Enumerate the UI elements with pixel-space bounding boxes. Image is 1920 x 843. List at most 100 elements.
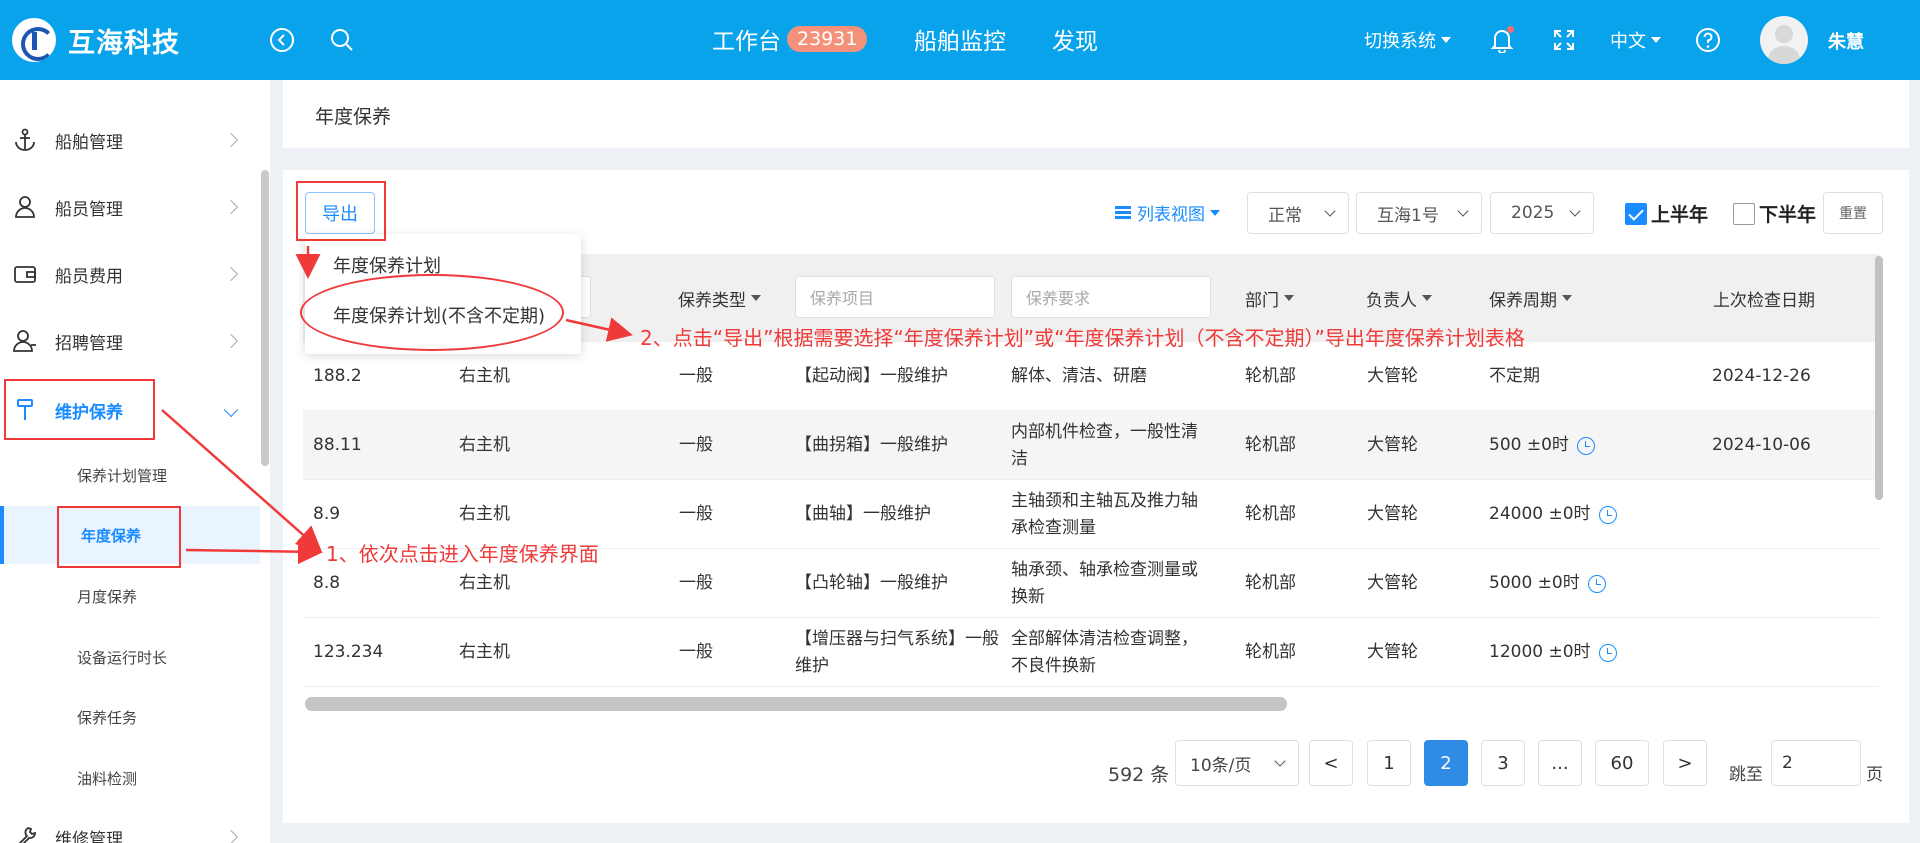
year-select[interactable]: 2025: [1490, 192, 1594, 234]
page-size-value: 10条/页: [1190, 755, 1252, 776]
view-mode-toggle[interactable]: 列表视图: [1115, 200, 1220, 225]
cell-requirement: 解体、清洁、研磨: [1011, 366, 1147, 386]
cell-type: 一般: [679, 642, 713, 662]
sidebar-sub-label: 保养任务: [77, 708, 138, 727]
cell-cycle-value: 12000 ±0时: [1489, 642, 1591, 662]
search-icon[interactable]: [326, 24, 358, 56]
chevron-right-icon: [223, 266, 239, 282]
cell-item: 【曲轴】一般维护: [795, 504, 931, 524]
page-button[interactable]: 3: [1481, 740, 1525, 786]
language-dropdown[interactable]: 中文: [1610, 27, 1661, 53]
logo-text: 互海科技: [68, 27, 180, 59]
sidebar-item-crew-management[interactable]: 船员管理: [0, 174, 260, 240]
avatar[interactable]: [1760, 16, 1808, 64]
cell-owner: 大管轮: [1367, 504, 1418, 524]
next-page-button[interactable]: >: [1663, 740, 1707, 786]
first-half-checkbox[interactable]: 上半年: [1625, 200, 1708, 227]
clock-icon[interactable]: [1587, 574, 1606, 593]
annotation-step-2: 2、点击“导出”根据需要选择“年度保养计划”或“年度保养计划（不含不定期）”导出…: [640, 326, 1525, 350]
page-title: 年度保养: [315, 106, 392, 128]
table-horizontal-scrollbar[interactable]: [305, 697, 1287, 711]
sidebar-sub-label: 月度保养: [77, 587, 138, 606]
second-half-checkbox[interactable]: 下半年: [1733, 200, 1816, 227]
caret-down-icon: [1441, 37, 1451, 43]
cell-cycle-value: 不定期: [1489, 366, 1540, 386]
clock-icon[interactable]: [1598, 643, 1617, 662]
nav-workbench[interactable]: 工作台 23931: [712, 22, 868, 56]
caret-down-icon: [1422, 295, 1432, 301]
bell-icon[interactable]: [1486, 24, 1518, 56]
sidebar-sub-maintenance-tasks[interactable]: 保养任务: [0, 688, 260, 746]
chevron-down-icon: [223, 402, 239, 418]
page-ellipsis[interactable]: ...: [1538, 740, 1582, 786]
table-vertical-scrollbar[interactable]: [1875, 256, 1883, 500]
cell-equipment: 右主机: [459, 435, 510, 455]
sidebar-sub-plan-management[interactable]: 保养计划管理: [0, 446, 260, 504]
table-row[interactable]: 88.11 右主机 一般 【曲拐箱】一般维护 内部机件检查，一般性清洁 轮机部 …: [303, 411, 1879, 480]
prev-page-button[interactable]: <: [1309, 740, 1353, 786]
status-select[interactable]: 正常: [1247, 192, 1349, 234]
view-mode-label: 列表视图: [1137, 205, 1205, 225]
anchor-icon: [12, 127, 38, 153]
sidebar-item-ship-management[interactable]: 船舶管理: [0, 107, 260, 173]
page-button[interactable]: 1: [1367, 740, 1411, 786]
jump-label: 跳至: [1729, 765, 1763, 785]
nav-ship-monitor[interactable]: 船舶监控: [914, 22, 1006, 56]
logo[interactable]: 互海科技: [12, 16, 180, 64]
item-filter-input[interactable]: 保养项目: [795, 276, 995, 318]
annotation-step-1: 1、依次点击进入年度保养界面: [326, 542, 599, 566]
cell-equipment: 右主机: [459, 642, 510, 662]
second-half-label: 下半年: [1759, 204, 1817, 226]
cell-requirement: 内部机件检查，一般性清洁: [1011, 421, 1198, 469]
switch-system-dropdown[interactable]: 切换系统: [1364, 27, 1451, 53]
caret-down-icon: [751, 295, 761, 301]
first-half-label: 上半年: [1651, 204, 1709, 226]
table-row[interactable]: 123.234 右主机 一般 【增压器与扫气系统】一般维护 全部解体清洁检查调整…: [303, 618, 1879, 687]
cell-code: 88.11: [313, 435, 362, 455]
sidebar-sub-oil-testing[interactable]: 油料检测: [0, 749, 260, 807]
sidebar-sub-label: 保养计划管理: [77, 466, 168, 485]
ship-select[interactable]: 互海1号: [1356, 192, 1482, 234]
sidebar-sub-equipment-runtime[interactable]: 设备运行时长: [0, 628, 260, 686]
chevron-right-icon: [223, 829, 239, 843]
requirement-filter-input[interactable]: 保养要求: [1011, 276, 1211, 318]
back-circle-icon[interactable]: [266, 24, 298, 56]
cell-requirement: 全部解体清洁检查调整，不良件换新: [1011, 628, 1198, 676]
ship-select-value: 互海1号: [1377, 205, 1439, 226]
cell-cycle-value: 24000 ±0时: [1489, 504, 1591, 524]
notification-dot: [1507, 26, 1514, 33]
wrench-icon: [12, 824, 38, 843]
sidebar-item-repair-management[interactable]: 维修管理: [0, 804, 260, 843]
nav-ship-monitor-label: 船舶监控: [914, 29, 1006, 55]
sidebar-scrollbar[interactable]: [261, 170, 269, 466]
cell-dept: 轮机部: [1245, 366, 1296, 386]
fullscreen-icon[interactable]: [1548, 24, 1580, 56]
clock-icon[interactable]: [1576, 436, 1595, 455]
sidebar-sub-monthly-maintenance[interactable]: 月度保养: [0, 567, 260, 625]
help-icon[interactable]: [1692, 24, 1724, 56]
sidebar-item-label: 船员费用: [55, 266, 123, 287]
cell-cycle: 12000 ±0时: [1489, 618, 1617, 687]
page-jump-input[interactable]: 2: [1771, 740, 1861, 786]
wallet-icon: [12, 261, 38, 287]
cell-cycle: 5000 ±0时: [1489, 549, 1606, 618]
cell-dept: 轮机部: [1245, 642, 1296, 662]
nav-workbench-label: 工作台: [712, 29, 781, 55]
clock-icon[interactable]: [1598, 505, 1617, 524]
page-jump-value: 2: [1782, 753, 1793, 773]
nav-discover-label: 发现: [1052, 29, 1098, 55]
item-filter-placeholder: 保养项目: [810, 289, 875, 308]
page-button[interactable]: 60: [1595, 740, 1649, 786]
reset-button[interactable]: 重置: [1823, 192, 1883, 234]
caret-down-icon: [1651, 37, 1661, 43]
page-button-current[interactable]: 2: [1424, 740, 1468, 786]
cell-cycle-value: 5000 ±0时: [1489, 573, 1580, 593]
nav-discover[interactable]: 发现: [1052, 22, 1098, 56]
page-size-select[interactable]: 10条/页: [1175, 740, 1299, 786]
cell-type: 一般: [679, 435, 713, 455]
chevron-right-icon: [223, 132, 239, 148]
user-name[interactable]: 朱慧: [1828, 28, 1864, 54]
workbench-count-badge: 23931: [787, 26, 868, 52]
sidebar-item-recruitment[interactable]: 招聘管理: [0, 308, 260, 374]
sidebar-item-crew-expenses[interactable]: 船员费用: [0, 241, 260, 307]
